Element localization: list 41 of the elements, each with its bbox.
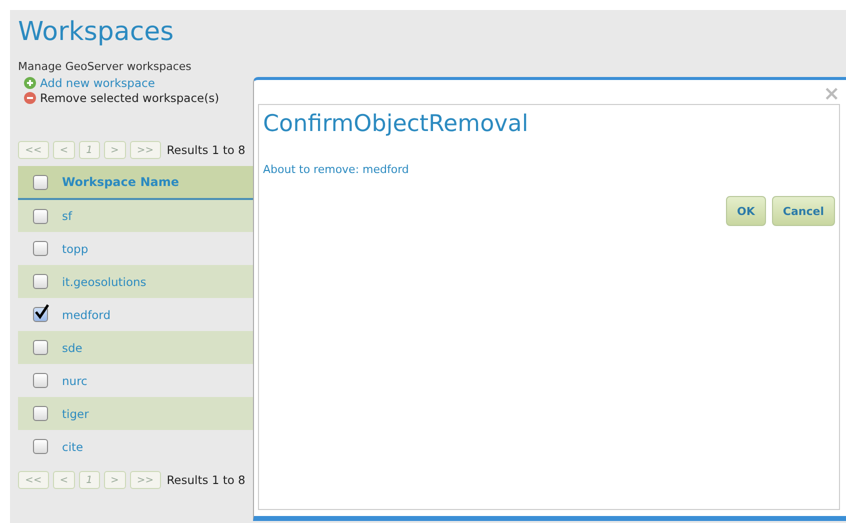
checkbox[interactable] <box>32 274 48 290</box>
checkbox[interactable] <box>32 340 48 356</box>
remove-link[interactable]: Remove selected workspace(s) <box>40 91 220 105</box>
dialog-message: About to remove: medford <box>263 163 410 176</box>
workspace-link[interactable]: sde <box>62 340 82 354</box>
checkbox[interactable] <box>32 373 48 388</box>
close-button[interactable]: × <box>823 84 840 102</box>
ok-button[interactable]: OK <box>726 196 766 226</box>
workspace-link[interactable]: tiger <box>62 406 89 420</box>
remove-icon <box>24 92 36 104</box>
pager-button[interactable]: 1 <box>79 141 100 159</box>
workspace-link[interactable]: cite <box>62 440 84 454</box>
add-icon <box>24 77 36 89</box>
checkbox[interactable] <box>32 241 48 256</box>
checkbox[interactable] <box>32 406 48 422</box>
checkbox[interactable] <box>32 174 48 190</box>
page-title: Workspaces <box>18 16 175 49</box>
pager-button[interactable]: > <box>104 471 126 489</box>
checkbox[interactable] <box>32 307 48 322</box>
workspace-link[interactable]: topp <box>62 242 88 256</box>
workspace-link[interactable]: nurc <box>62 374 88 388</box>
add-link[interactable]: Add new workspace <box>40 76 155 90</box>
pager-button[interactable]: < <box>52 141 76 159</box>
workspace-link[interactable]: it.geosolutions <box>62 274 146 288</box>
column-header[interactable]: Workspace Name <box>62 175 179 189</box>
pager-button[interactable]: << <box>18 471 49 489</box>
pager-button[interactable]: << <box>18 141 49 159</box>
dialog-title: ConfirmObjectRemoval <box>263 111 530 137</box>
page-description: Manage GeoServer workspaces <box>18 60 192 73</box>
pager-button[interactable]: >> <box>130 471 161 489</box>
results-summary: Results 1 to 8 <box>166 473 246 487</box>
checkbox[interactable] <box>32 439 48 454</box>
cancel-button[interactable]: Cancel <box>772 196 835 226</box>
pager-button[interactable]: < <box>52 471 76 489</box>
results-summary: Results 1 to 8 <box>166 143 246 157</box>
checkbox[interactable] <box>32 208 48 224</box>
pager-button[interactable]: 1 <box>79 471 100 489</box>
workspace-link[interactable]: sf <box>62 209 72 223</box>
pager-button[interactable]: >> <box>130 141 161 159</box>
workspace-link[interactable]: medford <box>62 308 110 322</box>
pager-button[interactable]: > <box>104 141 126 159</box>
